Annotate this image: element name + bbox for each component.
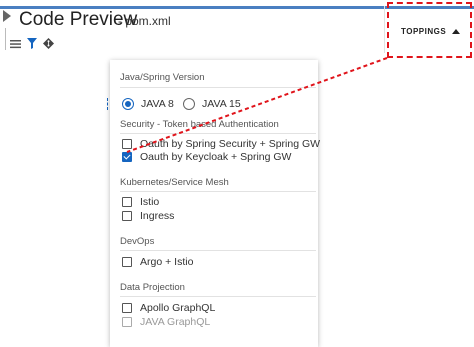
checkbox-istio[interactable]: Istio [122, 196, 159, 208]
checkbox-disabled-icon [122, 317, 132, 327]
checkbox-icon [122, 139, 132, 149]
git-icon[interactable] [43, 38, 54, 49]
header-divider [384, 6, 385, 53]
section-kubernetes-heading: Kubernetes/Service Mesh [120, 177, 229, 188]
section-security-heading: Security - Token based Authentication [120, 119, 279, 130]
checkbox-label: Apollo GraphQL [140, 302, 216, 314]
radio-label: JAVA 15 [202, 98, 241, 110]
list-icon[interactable] [10, 39, 21, 49]
section-divider [120, 191, 316, 192]
section-devops-heading: DevOps [120, 236, 155, 247]
filter-icon[interactable] [27, 38, 37, 49]
checkbox-label: Ingress [140, 210, 175, 222]
header-left-rule [5, 28, 6, 50]
toppings-panel: Java/Spring Version JAVA 8 JAVA 15 Secur… [110, 60, 320, 347]
highlight-box [387, 2, 472, 58]
file-name: - pom.xml [118, 14, 171, 28]
radio-label: JAVA 8 [141, 98, 174, 110]
radio-unselected-icon [183, 98, 195, 110]
toolbar [10, 38, 54, 49]
checkbox-label: Argo + Istio [140, 256, 194, 268]
section-java-heading: Java/Spring Version [120, 72, 205, 83]
section-projection-heading: Data Projection [120, 282, 185, 293]
checkbox-oauth-keycloak[interactable]: Oauth by Keycloak + Spring GW [122, 151, 291, 163]
checkbox-argo-istio[interactable]: Argo + Istio [122, 256, 193, 268]
radio-java-8[interactable]: JAVA 8 [122, 98, 174, 110]
section-divider [120, 250, 316, 251]
checkbox-checked-icon [122, 152, 132, 162]
checkbox-label: Oauth by Keycloak + Spring GW [140, 151, 292, 163]
radio-java-15[interactable]: JAVA 15 [183, 98, 241, 110]
checkbox-icon [122, 211, 132, 221]
checkbox-icon [122, 303, 132, 313]
checkbox-oauth-spring-security[interactable]: Oauth by Spring Security + Spring GW [122, 138, 320, 150]
checkbox-apollo-graphql[interactable]: Apollo GraphQL [122, 302, 215, 314]
checkbox-ingress[interactable]: Ingress [122, 210, 174, 222]
checkbox-label: Istio [140, 196, 160, 208]
collapse-icon[interactable] [3, 10, 11, 22]
section-divider [120, 133, 316, 134]
checkbox-icon [122, 197, 132, 207]
radio-selected-icon [122, 98, 134, 110]
checkbox-label: JAVA GraphQL [140, 316, 211, 328]
checkbox-java-graphql[interactable]: JAVA GraphQL [122, 316, 210, 328]
section-divider [120, 296, 316, 297]
section-divider [120, 87, 316, 88]
checkbox-label: Oauth by Spring Security + Spring GW [140, 138, 321, 150]
checkbox-icon [122, 257, 132, 267]
